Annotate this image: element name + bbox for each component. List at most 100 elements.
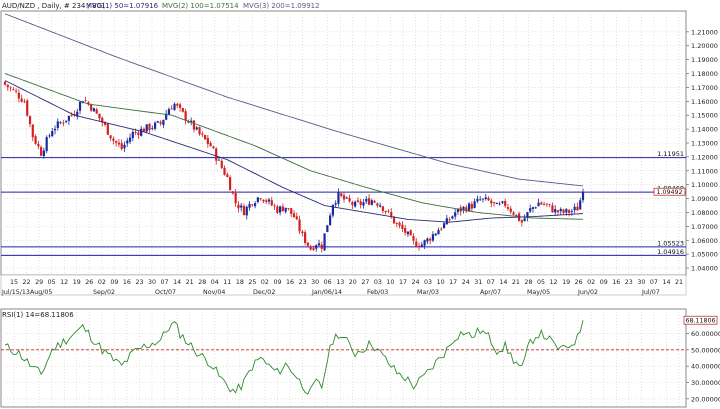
candle-body: [373, 200, 376, 203]
date-tick-label: 30: [637, 279, 645, 286]
candle-body: [26, 100, 29, 116]
candle-body: [148, 123, 151, 130]
candle-body: [423, 240, 426, 246]
candle-body: [448, 219, 451, 221]
date-tick-label: 17: [449, 279, 457, 286]
candle-body: [529, 208, 532, 212]
candle-body: [206, 138, 209, 145]
candle-body: [106, 123, 109, 135]
candle-body: [429, 238, 432, 241]
date-tick-label: 07: [650, 279, 658, 286]
candle-body: [490, 200, 493, 204]
date-tick-label: 23: [299, 279, 307, 286]
candle-body: [573, 206, 576, 211]
month-label: Jul/15/13: [1, 289, 30, 296]
candle-body: [98, 113, 101, 119]
price-tick-label: 1.13000: [691, 140, 718, 148]
month-label: Sep/02: [93, 289, 115, 296]
month-label: Jul/07: [641, 289, 660, 296]
candle-body: [28, 116, 32, 125]
candle-body: [151, 127, 154, 129]
date-tick-label: 29: [35, 279, 43, 286]
candle-body: [45, 137, 48, 152]
candle-body: [487, 198, 490, 201]
candle-body: [203, 135, 207, 140]
date-tick-label: 20: [349, 279, 357, 286]
candle-body: [559, 208, 562, 212]
candle-body: [212, 146, 215, 149]
date-tick-label: 23: [625, 279, 633, 286]
candle-body: [153, 122, 157, 129]
date-tick-label: 28: [198, 279, 206, 286]
month-label: Aug/05: [30, 289, 52, 296]
candle-body: [473, 201, 476, 208]
price-tick-label: 1.15000: [691, 112, 718, 120]
candle-body: [51, 131, 54, 137]
rsi-panel[interactable]: [0, 308, 687, 408]
candle-body: [215, 148, 218, 161]
candle-body: [34, 136, 37, 144]
date-tick-label: 19: [562, 279, 570, 286]
candle-body: [117, 142, 121, 145]
candle-body: [95, 109, 98, 114]
candle-body: [520, 220, 523, 223]
candle-body: [534, 207, 537, 209]
candle-body: [531, 207, 535, 209]
price-tick-label: 1.14000: [691, 126, 718, 134]
candle-body: [581, 191, 585, 201]
candle-body: [276, 206, 279, 213]
candle-body: [287, 208, 290, 210]
candle-body: [481, 198, 485, 200]
price-tick-label: 1.17000: [691, 84, 718, 92]
candle-body: [198, 127, 201, 135]
candle-body: [245, 206, 248, 216]
candle-body: [56, 121, 59, 128]
date-tick-label: 31: [474, 279, 482, 286]
candle-body: [209, 143, 212, 147]
date-tick-label: 09: [110, 279, 118, 286]
candle-body: [70, 114, 73, 116]
candle-body: [170, 108, 173, 110]
month-label: Feb/03: [367, 289, 388, 296]
candle-body: [142, 128, 146, 132]
candle-body: [515, 214, 518, 216]
candle-body: [434, 233, 437, 236]
candle-body: [301, 231, 304, 234]
price-tick-label: 1.09000: [691, 195, 718, 203]
candle-body: [248, 203, 251, 208]
candle-body: [242, 205, 246, 216]
candle-body: [137, 132, 140, 135]
chart-legend-ma50: MVG(1) 50=1.07916: [86, 2, 159, 10]
price-tick-label: 1.19000: [691, 56, 718, 64]
date-tick-label: 04: [211, 279, 219, 286]
candle-body: [548, 204, 551, 205]
candle-body: [340, 193, 343, 196]
date-tick-label: 26: [575, 279, 583, 286]
candle-body: [295, 216, 298, 220]
candle-body: [231, 191, 234, 194]
candle-body: [59, 122, 62, 124]
candle-body: [226, 174, 229, 178]
month-label: Oct/07: [155, 289, 176, 296]
candle-body: [9, 87, 12, 89]
candle-body: [315, 245, 318, 249]
candle-body: [3, 81, 7, 85]
candle-body: [251, 204, 254, 206]
candle-body: [417, 245, 421, 248]
date-tick-label: 09: [273, 279, 281, 286]
rsi-value-label: 68.11806: [685, 318, 715, 325]
date-tick-label: 16: [123, 279, 131, 286]
candle-body: [128, 137, 132, 142]
candle-body: [348, 198, 351, 202]
candle-body: [409, 230, 412, 236]
candle-body: [48, 135, 51, 137]
candle-body: [376, 203, 379, 206]
candle-body: [406, 231, 410, 235]
chart-canvas: 1.21000 1.20000 1.19000 1.18000 1.17000 1.160…: [0, 0, 720, 409]
date-axis: 15 22 29 05 12 19 26 02 09 16 23 30 07 14 21 28 04 11 18 25…: [0, 274, 687, 296]
candle-body: [401, 224, 404, 229]
date-tick-label: 11: [223, 279, 231, 286]
date-tick-label: 12: [550, 279, 558, 286]
candle-body: [323, 233, 326, 251]
candle-body: [156, 121, 159, 123]
